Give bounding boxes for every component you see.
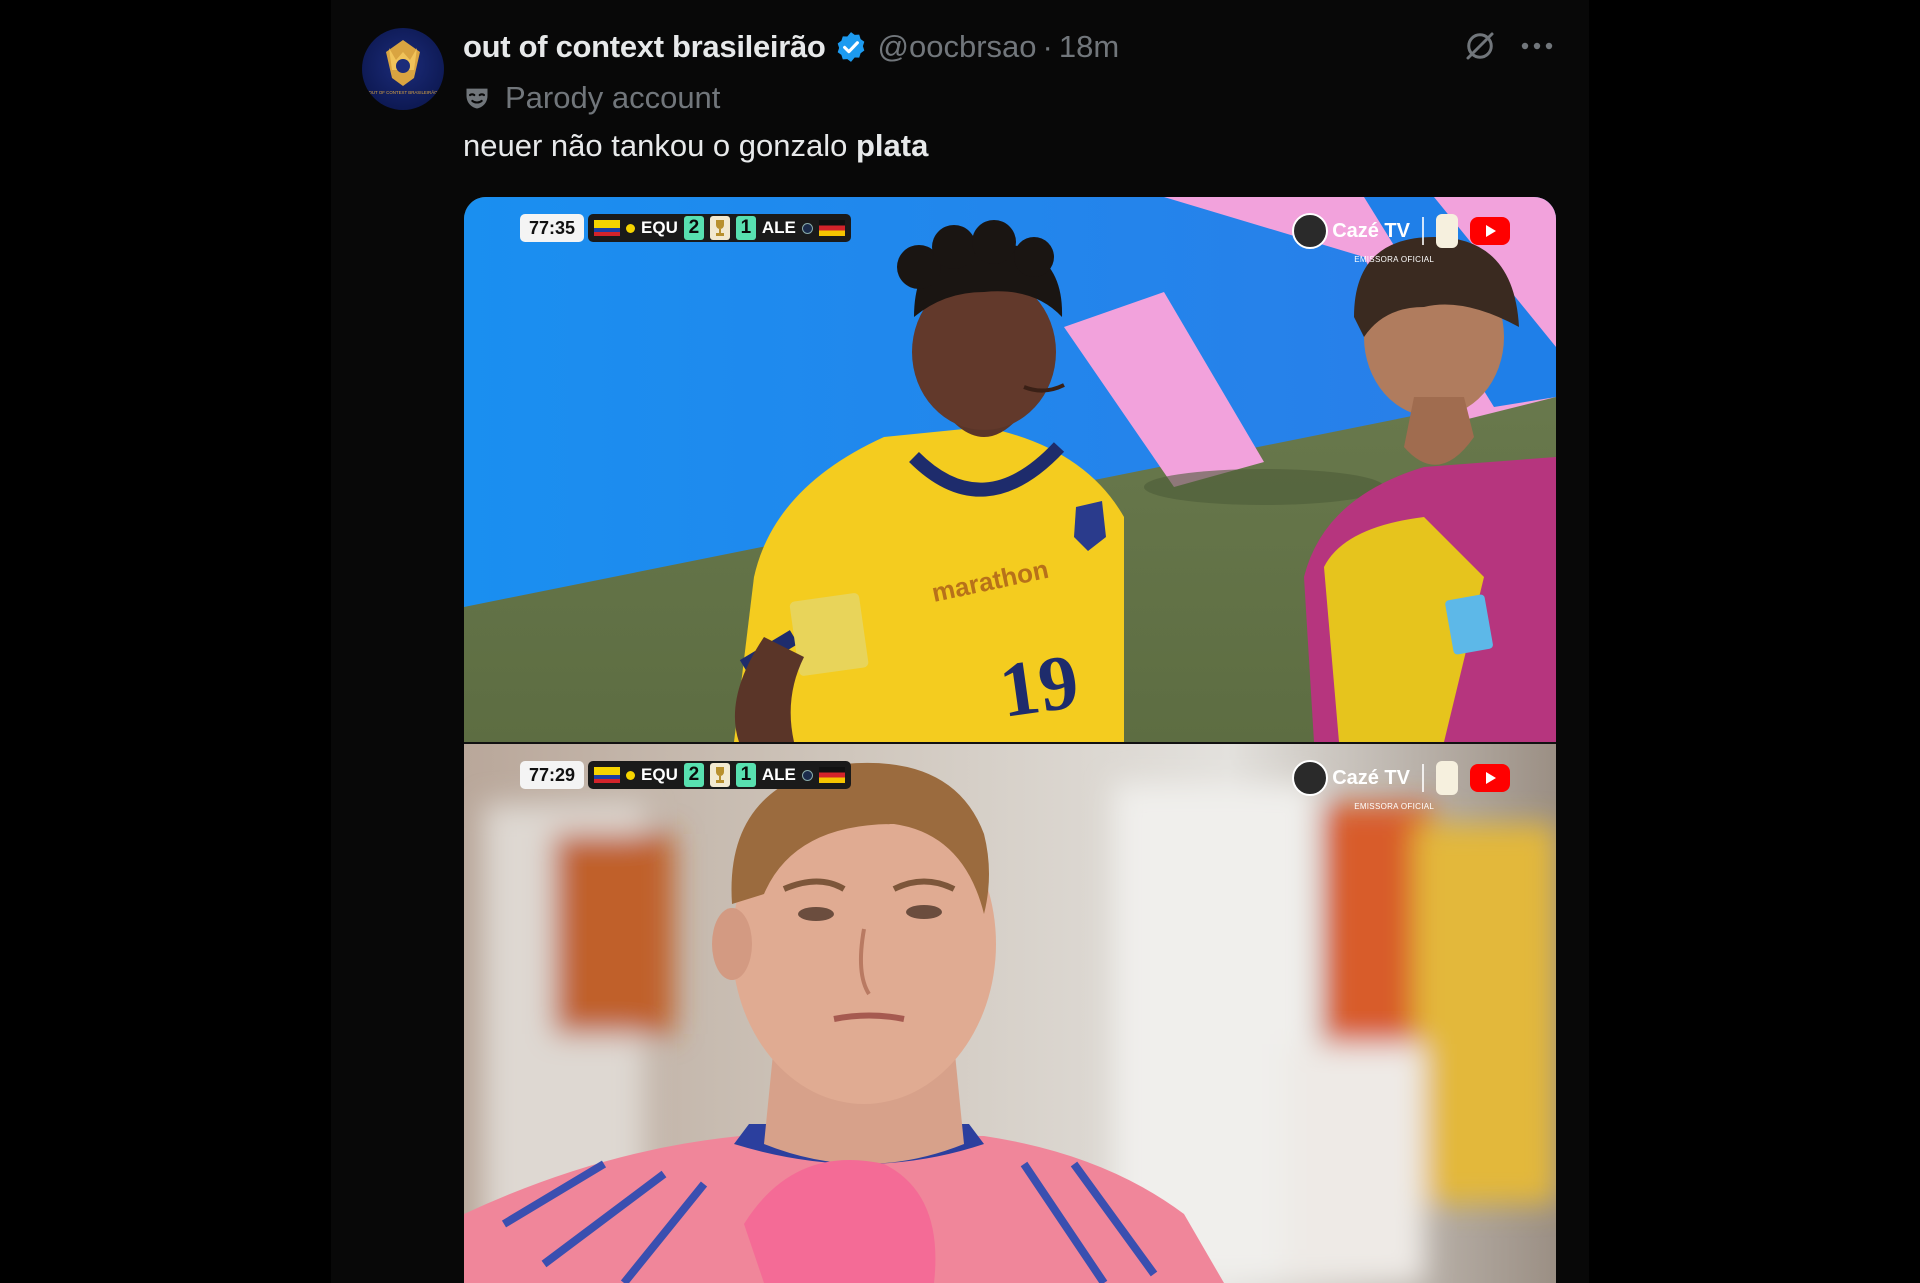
home-team: EQU (641, 218, 678, 237)
channel-name: Cazé TV (1332, 219, 1410, 242)
more-icon[interactable] (1517, 26, 1557, 66)
youtube-icon (1470, 764, 1510, 792)
scoreboard-bottom: 77:29 EQU 2 1 ALE (520, 760, 851, 790)
divider (1422, 764, 1424, 792)
germany-flag-icon (818, 220, 845, 236)
tweet-text-plain: neuer não tankou o gonzalo (463, 128, 856, 163)
bottom-scene-illustration (464, 744, 1556, 1283)
youtube-icon (1470, 217, 1510, 245)
official-broadcaster-caption: EMISSORA OFICIAL (1354, 802, 1435, 811)
separator-dot: · (1042, 29, 1053, 64)
official-broadcaster-caption: EMISSORA OFICIAL (1354, 255, 1435, 264)
avatar-logo-icon: OUT OF CONTEXT BRASILEIRÃO (368, 40, 438, 95)
ecuador-flag-icon (594, 220, 621, 236)
away-score: 1 (735, 216, 756, 240)
jersey-number: 19 (994, 637, 1083, 734)
world-cup-logo-icon (1436, 761, 1458, 795)
media-image-bottom[interactable]: 77:29 EQU 2 1 ALE Cazé TV EMISSORA OFICI… (464, 744, 1556, 1283)
avatar[interactable]: OUT OF CONTEXT BRASILEIRÃO (362, 28, 444, 110)
away-score: 1 (735, 763, 756, 787)
parody-label: Parody account (463, 78, 720, 118)
match-clock: 77:29 (520, 761, 585, 789)
home-team: EQU (641, 765, 678, 784)
timestamp[interactable]: 18m (1059, 29, 1119, 65)
display-name[interactable]: out of context brasileirão (463, 29, 826, 65)
caze-tv-logo: Cazé TV (1292, 760, 1410, 796)
scoreboard-main: EQU 2 1 ALE (588, 214, 851, 242)
world-cup-logo-icon (1436, 214, 1458, 248)
avatar-caption: OUT OF CONTEXT BRASILEIRÃO (368, 90, 438, 95)
broadcaster-logos-top: Cazé TV EMISSORA OFICIAL (1292, 211, 1510, 264)
away-team: ALE (761, 765, 796, 784)
tweet-media[interactable]: marathon 19 77:35 EQU 2 1 ALE Cazé TV EM… (464, 197, 1556, 1283)
germany-flag-icon (818, 767, 845, 783)
verified-badge-icon (834, 30, 868, 64)
tweet-header: out of context brasileirão @oocbrsao · 1… (463, 26, 1119, 68)
scoreboard-main: EQU 2 1 ALE (588, 761, 851, 789)
home-score: 2 (683, 763, 704, 787)
trophy-icon (709, 763, 730, 787)
divider (1422, 217, 1424, 245)
home-score: 2 (683, 216, 704, 240)
caze-tv-logo: Cazé TV (1292, 213, 1410, 249)
parody-mask-icon (463, 84, 491, 112)
parody-label-text: Parody account (505, 80, 721, 115)
away-team: ALE (761, 218, 796, 237)
top-scene-illustration: marathon 19 (464, 197, 1556, 742)
tweet-text: neuer não tankou o gonzalo plata (463, 128, 928, 164)
match-clock: 77:35 (520, 214, 585, 242)
caze-face-icon (1292, 760, 1329, 796)
grok-icon[interactable] (1460, 26, 1500, 66)
broadcaster-logos-bottom: Cazé TV EMISSORA OFICIAL (1292, 758, 1510, 811)
scoreboard-top: 77:35 EQU 2 1 ALE (520, 213, 851, 243)
media-image-top[interactable]: marathon 19 77:35 EQU 2 1 ALE Cazé TV EM… (464, 197, 1556, 742)
away-color-dot (801, 769, 813, 781)
trophy-icon (709, 216, 730, 240)
tweet-text-bold: plata (855, 128, 929, 163)
ecuador-flag-icon (594, 767, 621, 783)
away-color-dot (801, 222, 813, 234)
caze-face-icon (1292, 213, 1329, 249)
home-color-dot (626, 223, 636, 233)
handle[interactable]: @oocbrsao (878, 29, 1037, 65)
home-color-dot (626, 770, 636, 780)
channel-name: Cazé TV (1332, 766, 1410, 789)
